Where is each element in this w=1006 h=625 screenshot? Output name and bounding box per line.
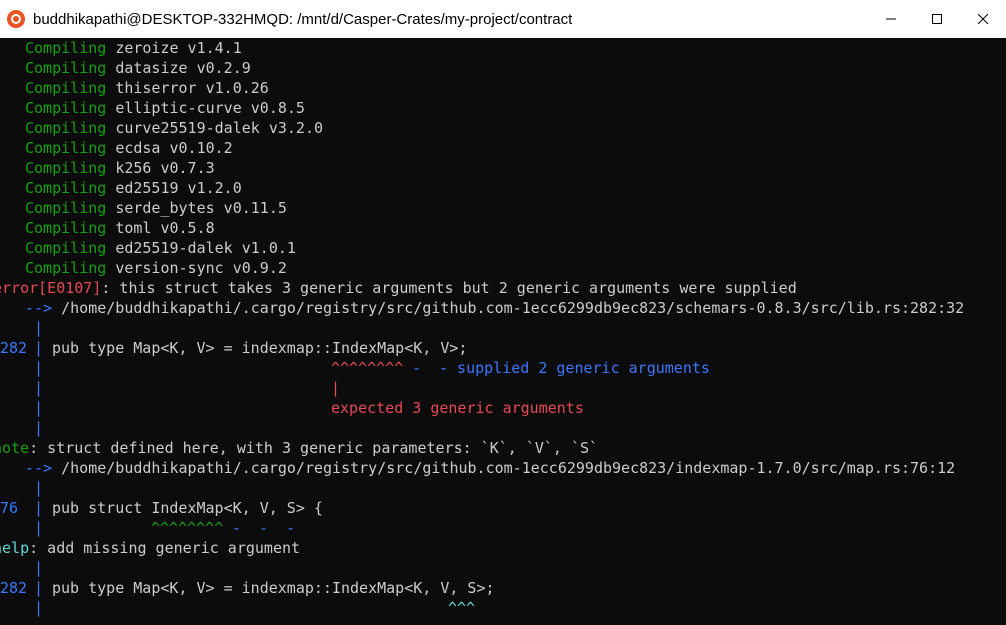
help-line: help: add missing generic argument	[0, 538, 300, 558]
crate-name: ed25519-dalek v1.0.1	[115, 239, 296, 257]
compiling-label: Compiling	[25, 59, 107, 77]
crate-name: datasize v0.2.9	[115, 59, 251, 77]
compile-line: Compiling version-sync v0.9.2	[25, 258, 287, 278]
gutter-bar: |	[34, 399, 44, 417]
crate-name: ed25519 v1.2.0	[115, 179, 242, 197]
compile-line: Compiling toml v0.5.8	[25, 218, 215, 238]
gutter-bar: |	[34, 339, 44, 357]
compiling-label: Compiling	[25, 159, 107, 177]
gutter-bar: |	[34, 319, 44, 337]
compile-line: Compiling ecdsa v0.10.2	[25, 138, 233, 158]
compile-line: Compiling elliptic-curve v0.8.5	[25, 98, 305, 118]
gutter-bar: |	[34, 359, 44, 377]
expected-label: expected 3 generic arguments	[331, 399, 584, 417]
close-button[interactable]	[960, 0, 1006, 38]
title-bar[interactable]: buddhikapathi@DESKTOP-332HMQD: /mnt/d/Ca…	[0, 0, 1006, 38]
note-carets: ^^^^^^^^	[151, 519, 224, 537]
crate-name: k256 v0.7.3	[115, 159, 215, 177]
compiling-label: Compiling	[25, 39, 107, 57]
note-label: note	[0, 439, 30, 457]
arrow-icon: -->	[25, 459, 53, 477]
compiling-label: Compiling	[25, 99, 107, 117]
crate-name: curve25519-dalek v3.2.0	[115, 119, 324, 137]
window-controls	[868, 0, 1006, 38]
minimize-button[interactable]	[868, 0, 914, 38]
source-code: pub struct IndexMap<K, V, S> {	[52, 499, 323, 517]
crate-name: version-sync v0.9.2	[115, 259, 287, 277]
crate-name: serde_bytes v0.11.5	[115, 199, 287, 217]
gutter-bar: |	[34, 579, 44, 597]
compile-line: Compiling zeroize v1.4.1	[25, 38, 242, 58]
ubuntu-icon	[7, 10, 25, 28]
note-message: : struct defined here, with 3 generic pa…	[29, 439, 599, 457]
maximize-button[interactable]	[914, 0, 960, 38]
compile-line: Compiling thiserror v1.0.26	[25, 78, 269, 98]
line-number: 76	[0, 499, 19, 517]
gutter-bar: |	[34, 479, 44, 497]
window-title: buddhikapathi@DESKTOP-332HMQD: /mnt/d/Ca…	[33, 10, 573, 28]
help-message: : add missing generic argument	[29, 539, 301, 557]
minimize-icon	[886, 18, 896, 20]
help-carets: ^^^	[448, 599, 476, 617]
compiling-label: Compiling	[25, 179, 107, 197]
arrow-icon: -->	[25, 299, 53, 317]
error-code-line: 282	[0, 338, 27, 358]
compiling-label: Compiling	[25, 119, 107, 137]
crate-name: zeroize v1.4.1	[115, 39, 242, 57]
line-number: 282	[0, 339, 28, 357]
source-code: pub type Map<K, V> = indexmap::IndexMap<…	[52, 579, 495, 597]
note-line: note: struct defined here, with 3 generi…	[0, 438, 598, 458]
gutter-bar: |	[34, 599, 44, 617]
compiling-label: Compiling	[25, 139, 107, 157]
terminal-output[interactable]: Compiling zeroize v1.4.1 Compiling datas…	[0, 38, 1006, 625]
compile-line: Compiling serde_bytes v0.11.5	[25, 198, 287, 218]
help-label: help	[0, 539, 30, 557]
compiling-label: Compiling	[25, 79, 107, 97]
note-location: /home/buddhikapathi/.cargo/registry/src/…	[61, 459, 956, 477]
note-location-line: --> /home/buddhikapathi/.cargo/registry/…	[25, 458, 955, 478]
gutter-bar: |	[34, 379, 44, 397]
compiling-label: Compiling	[25, 239, 107, 257]
compiling-label: Compiling	[25, 259, 107, 277]
dash-markers: - - -	[232, 519, 296, 537]
maximize-icon	[932, 14, 942, 24]
gutter-bar: |	[34, 519, 44, 537]
error-line: error[E0107]: this struct takes 3 generi…	[0, 278, 797, 298]
gutter-bar: |	[34, 559, 44, 577]
supplied-label: - supplied 2 generic arguments	[439, 359, 710, 377]
compile-line: Compiling datasize v0.2.9	[25, 58, 251, 78]
gutter-bar: |	[34, 419, 44, 437]
error-message: : this struct takes 3 generic arguments …	[101, 279, 797, 297]
gutter-bar: |	[34, 499, 44, 517]
compiling-label: Compiling	[25, 199, 107, 217]
error-pointer-bar: |	[331, 379, 341, 397]
crate-name: elliptic-curve v0.8.5	[115, 99, 305, 117]
compile-line: Compiling ed25519-dalek v1.0.1	[25, 238, 296, 258]
error-label: error[E0107]	[0, 279, 102, 297]
close-icon	[978, 14, 988, 24]
compile-line: Compiling ed25519 v1.2.0	[25, 178, 242, 198]
error-location: /home/buddhikapathi/.cargo/registry/src/…	[61, 299, 965, 317]
crate-name: toml v0.5.8	[115, 219, 215, 237]
error-location-line: --> /home/buddhikapathi/.cargo/registry/…	[25, 298, 964, 318]
crate-name: ecdsa v0.10.2	[115, 139, 233, 157]
compile-line: Compiling k256 v0.7.3	[25, 158, 215, 178]
crate-name: thiserror v1.0.26	[115, 79, 269, 97]
line-number: 282	[0, 579, 28, 597]
compiling-label: Compiling	[25, 219, 107, 237]
source-code: pub type Map<K, V> = indexmap::IndexMap<…	[52, 339, 468, 357]
error-carets: ^^^^^^^^	[331, 359, 404, 377]
compile-line: Compiling curve25519-dalek v3.2.0	[25, 118, 323, 138]
